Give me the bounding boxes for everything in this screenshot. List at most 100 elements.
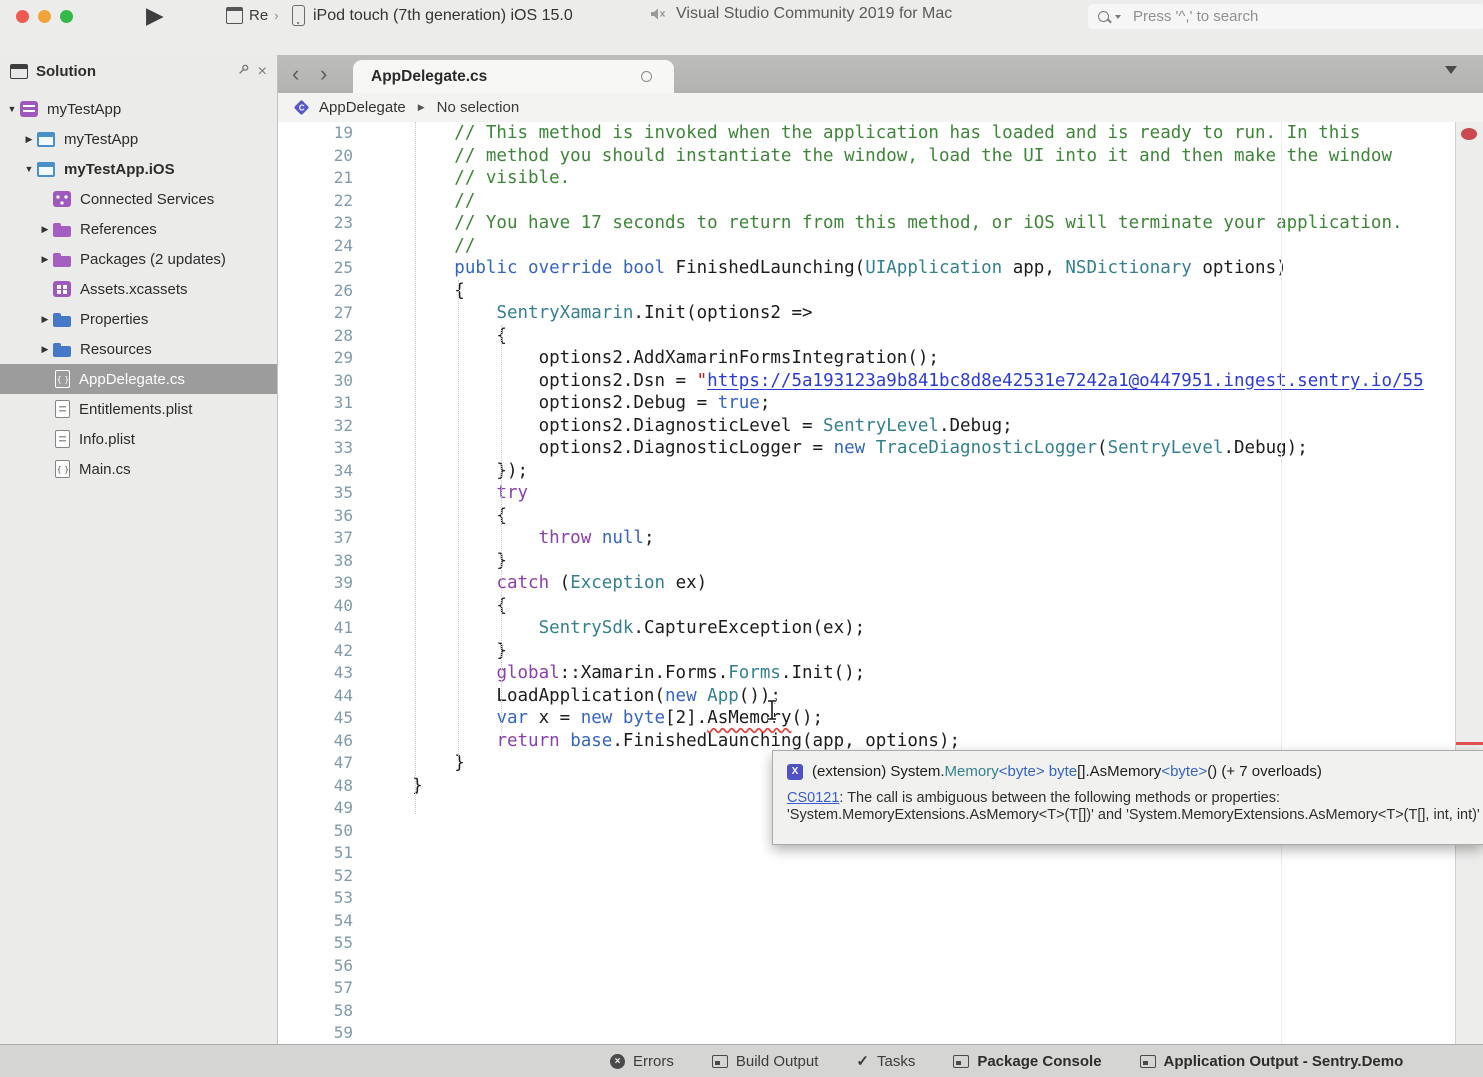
global-search[interactable]	[1088, 4, 1483, 29]
line-number: 21	[278, 167, 353, 190]
sidebar-item-connected-services[interactable]: Connected Services	[0, 184, 277, 214]
statusbar-item-build-output[interactable]: Build Output	[712, 1053, 819, 1070]
code-line-52[interactable]: 52	[278, 865, 1483, 888]
sidebar-item-resources[interactable]: ▶Resources	[0, 334, 277, 364]
sidebar-item-packages-2-updates[interactable]: ▶ Packages (2 updates)	[0, 244, 277, 274]
code-token-pln: {	[370, 281, 465, 301]
code-line-57[interactable]: 57	[278, 977, 1483, 1000]
error-code-link[interactable]: CS0121	[787, 790, 839, 806]
sidebar-item-properties[interactable]: ▶Properties	[0, 304, 277, 334]
code-line-59[interactable]: 59	[278, 1022, 1483, 1045]
chevron-right-icon[interactable]: ▶	[37, 314, 53, 325]
sidebar-item-info-plist[interactable]: Info.plist	[0, 424, 277, 454]
sidebar-item-entitlements-plist[interactable]: Entitlements.plist	[0, 394, 277, 424]
solution-tree: ▼myTestApp▶myTestApp▼myTestApp.iOSConnec…	[0, 88, 277, 484]
statusbar-item-package-console[interactable]: Package Console	[953, 1053, 1101, 1070]
configuration-label: Re	[249, 7, 268, 24]
breadcrumb-selection[interactable]: No selection	[437, 99, 520, 116]
line-number: 22	[278, 190, 353, 213]
sidebar-item-main-cs[interactable]: Main.cs	[0, 454, 277, 484]
tab-overflow-button[interactable]	[1445, 66, 1457, 74]
code-line-23[interactable]: 23 // You have 17 seconds to return from…	[278, 212, 1483, 235]
minimize-window-button[interactable]	[38, 10, 51, 23]
chevron-down-icon[interactable]: ▼	[4, 104, 20, 114]
assets-icon	[53, 281, 71, 297]
zoom-window-button[interactable]	[60, 10, 73, 23]
code-text: options2.Debug = true;	[370, 392, 770, 415]
tab-appdelegate[interactable]: AppDelegate.cs	[353, 60, 674, 93]
sidebar-item-mytestapp-ios[interactable]: ▼myTestApp.iOS	[0, 154, 277, 184]
code-line-56[interactable]: 56	[278, 955, 1483, 978]
tab-modified-icon[interactable]	[641, 71, 652, 82]
code-token-pln: () (+ 7 overloads)	[1207, 763, 1322, 780]
chevron-right-icon[interactable]: ▶	[37, 254, 53, 265]
code-token-kw: public override bool	[454, 258, 665, 278]
code-line-19[interactable]: 19 // This method is invoked when the ap…	[278, 122, 1483, 145]
code-line-21[interactable]: 21 // visible.	[278, 167, 1483, 190]
code-token-com: // method you should instantiate the win…	[370, 146, 1392, 166]
editor-scrollbar[interactable]	[1455, 122, 1483, 1077]
sidebar-item-references[interactable]: ▶References	[0, 214, 277, 244]
console-icon	[953, 1055, 969, 1068]
chevron-down-icon[interactable]: ▼	[21, 164, 37, 174]
code-token-pln	[370, 573, 496, 593]
statusbar-item-application-output-sentry-demo[interactable]: Application Output - Sentry.Demo	[1140, 1053, 1404, 1070]
mute-speaker-icon	[650, 7, 668, 21]
code-token-kw: <byte>	[1161, 763, 1207, 780]
code-line-25[interactable]: 25 public override bool FinishedLaunchin…	[278, 257, 1483, 280]
code-line-24[interactable]: 24 //	[278, 235, 1483, 258]
code-line-51[interactable]: 51	[278, 842, 1483, 865]
project-icon	[37, 132, 55, 147]
breadcrumb-class[interactable]: AppDelegate	[319, 99, 406, 116]
sidebar-item-mytestapp[interactable]: ▼myTestApp	[0, 94, 277, 124]
statusbar-item-errors[interactable]: ×Errors	[610, 1053, 674, 1070]
chevron-right-icon[interactable]: ▶	[37, 224, 53, 235]
code-token-pln: options2.Dsn =	[370, 371, 697, 391]
code-token-pln: app,	[1002, 258, 1065, 278]
sidebar-item-assets-xcassets[interactable]: Assets.xcassets	[0, 274, 277, 304]
code-token-pln	[370, 483, 496, 503]
line-number: 41	[278, 617, 353, 640]
code-token-pln: ();	[791, 708, 823, 728]
code-line-55[interactable]: 55	[278, 932, 1483, 955]
code-token-pln	[370, 303, 496, 323]
code-line-54[interactable]: 54	[278, 910, 1483, 933]
line-number: 35	[278, 482, 353, 505]
line-number: 25	[278, 257, 353, 280]
code-token-pln	[560, 731, 571, 751]
configuration-selector[interactable]: Re ›	[226, 7, 279, 24]
pin-icon[interactable]	[237, 63, 250, 80]
chevron-right-icon[interactable]: ▶	[21, 134, 37, 145]
code-token-pln: (extension) System.	[812, 763, 945, 780]
code-text: options2.AddXamarinFormsIntegration();	[370, 347, 939, 370]
navigate-forward-button[interactable]: ›	[320, 57, 327, 91]
code-line-22[interactable]: 22 //	[278, 190, 1483, 213]
code-token-pln: .Init();	[781, 663, 865, 683]
code-token-com: // This method is invoked when the appli…	[370, 123, 1360, 143]
search-input[interactable]	[1131, 7, 1435, 26]
line-number: 57	[278, 977, 353, 1000]
chevron-right-icon[interactable]: ▶	[37, 344, 53, 355]
device-selector[interactable]: iPod touch (7th generation) iOS 15.0	[292, 5, 573, 26]
close-window-button[interactable]	[16, 10, 29, 23]
code-token-kw: new byte	[581, 708, 665, 728]
sidebar-item-mytestapp[interactable]: ▶myTestApp	[0, 124, 277, 154]
close-pad-icon[interactable]: ×	[258, 64, 267, 80]
navigate-back-button[interactable]: ‹	[292, 57, 299, 91]
sidebar-item-label: Packages (2 updates)	[80, 251, 226, 268]
code-token-pln: {	[370, 506, 507, 526]
code-line-53[interactable]: 53	[278, 887, 1483, 910]
sidebar-item-appdelegate-cs[interactable]: AppDelegate.cs	[0, 364, 277, 394]
code-editor[interactable]: 19 // This method is invoked when the ap…	[278, 122, 1483, 1077]
run-button[interactable]: ▶	[146, 2, 164, 29]
code-token-com: //	[370, 236, 475, 256]
line-number: 58	[278, 1000, 353, 1023]
code-token-pln	[697, 686, 708, 706]
configuration-icon	[226, 7, 243, 24]
code-token-pln: options2.DiagnosticLevel =	[370, 416, 823, 436]
statusbar-item-tasks[interactable]: ✓Tasks	[856, 1052, 915, 1070]
code-line-58[interactable]: 58	[278, 1000, 1483, 1023]
code-line-20[interactable]: 20 // method you should instantiate the …	[278, 145, 1483, 168]
code-token-pln	[865, 438, 876, 458]
line-number: 43	[278, 662, 353, 685]
